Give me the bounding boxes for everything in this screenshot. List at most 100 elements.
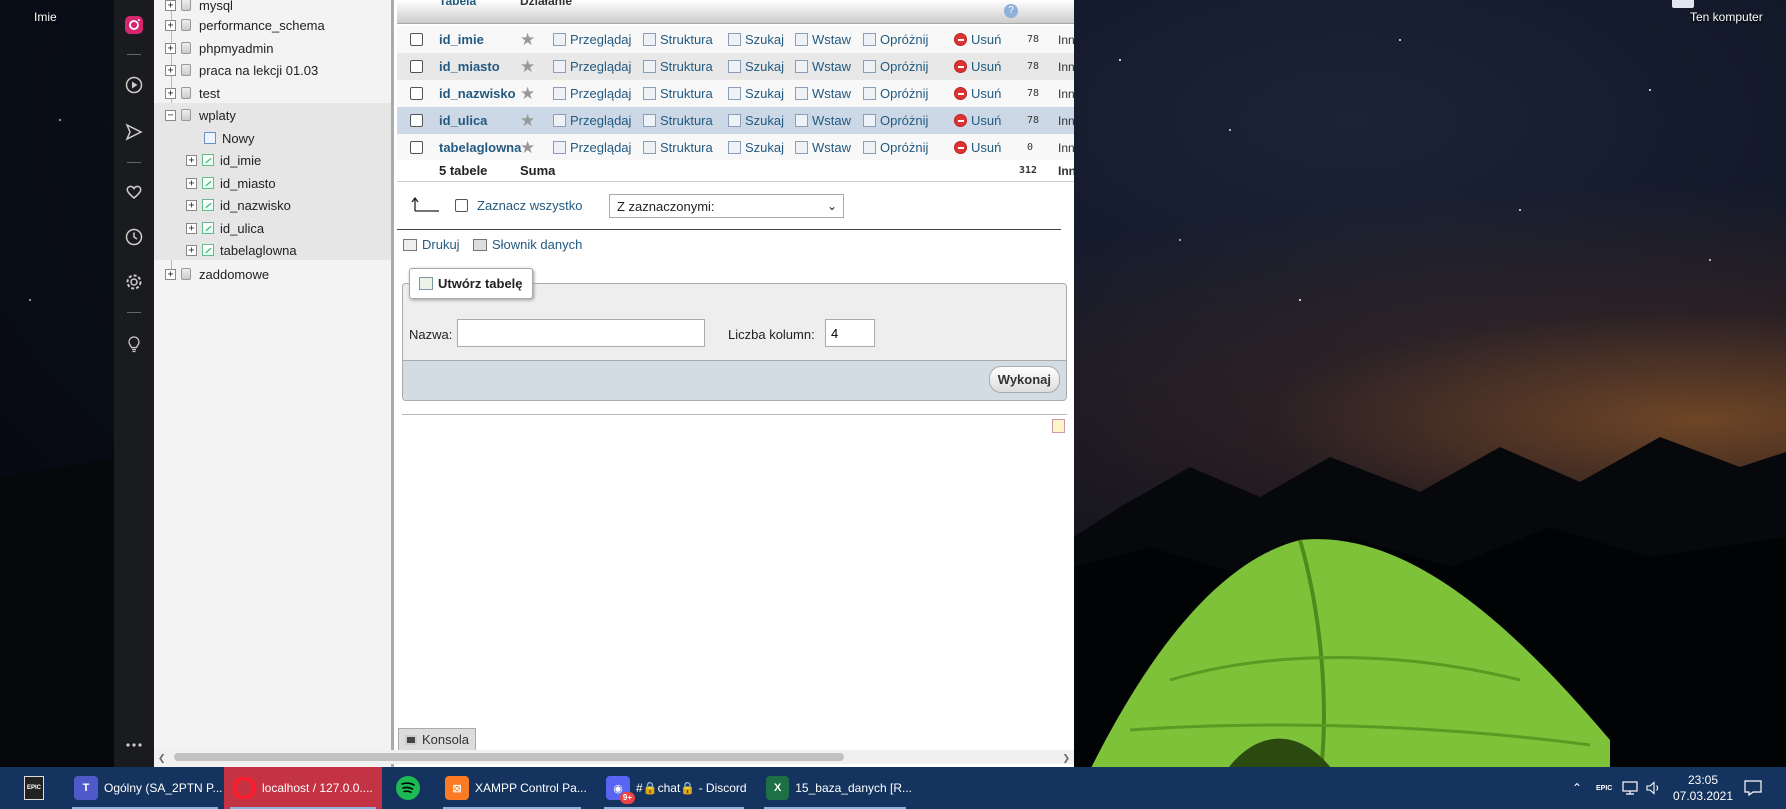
empty-link[interactable]: Opróżnij	[863, 32, 928, 47]
dictionary-label[interactable]: Słownik danych	[492, 237, 582, 252]
row-checkbox[interactable]	[410, 141, 423, 154]
tree-table-id-nazwisko[interactable]: + id_nazwisko	[186, 195, 291, 215]
taskbar-spotify[interactable]	[388, 767, 428, 809]
tree-db-label[interactable]: performance_schema	[199, 18, 325, 33]
action-label[interactable]: Szukaj	[745, 140, 784, 155]
browse-link[interactable]: Przeglądaj	[553, 113, 631, 128]
scrollbar-thumb[interactable]	[174, 753, 844, 761]
volume-icon[interactable]	[1646, 767, 1662, 809]
select-all-label[interactable]: Zaznacz wszystko	[477, 198, 582, 213]
expand-icon[interactable]: +	[165, 0, 176, 11]
computer-icon[interactable]	[1672, 0, 1694, 8]
drop-link[interactable]: Usuń	[954, 140, 1001, 155]
drop-link[interactable]: Usuń	[954, 32, 1001, 47]
action-label[interactable]: Przeglądaj	[570, 32, 631, 47]
row-checkbox[interactable]	[410, 60, 423, 73]
action-label[interactable]: Przeglądaj	[570, 86, 631, 101]
tree-new-label[interactable]: Nowy	[222, 131, 255, 146]
tree-db-praca[interactable]: + praca na lekcji 01.03	[165, 60, 318, 80]
help-icon[interactable]: ?	[1004, 4, 1018, 18]
action-label[interactable]: Usuń	[971, 140, 1001, 155]
action-label[interactable]: Wstaw	[812, 86, 851, 101]
tree-db-mysql[interactable]: + mysql	[165, 0, 233, 15]
expand-icon[interactable]: +	[165, 64, 176, 76]
tree-db-label[interactable]: test	[199, 86, 220, 101]
desktop-icon-label-computer[interactable]: Ten komputer	[1690, 10, 1763, 24]
empty-link[interactable]: Opróżnij	[863, 113, 928, 128]
action-label[interactable]: Usuń	[971, 59, 1001, 74]
tree-table-label[interactable]: id_miasto	[220, 176, 276, 191]
table-name-link[interactable]: id_ulica	[439, 113, 487, 128]
tree-table-label[interactable]: id_imie	[220, 153, 261, 168]
action-label[interactable]: Szukaj	[745, 59, 784, 74]
print-label[interactable]: Drukuj	[422, 237, 460, 252]
horizontal-scrollbar[interactable]: ❮ ❯	[154, 750, 1074, 764]
tree-db-label[interactable]: mysql	[199, 0, 233, 13]
action-label[interactable]: Usuń	[971, 86, 1001, 101]
action-label[interactable]: Struktura	[660, 59, 713, 74]
tree-table-id-imie[interactable]: + id_imie	[186, 150, 261, 170]
tree-db-performance-schema[interactable]: + performance_schema	[165, 15, 325, 35]
action-label[interactable]: Opróżnij	[880, 32, 928, 47]
expand-icon[interactable]: +	[186, 222, 197, 234]
tree-db-label[interactable]: zaddomowe	[199, 267, 269, 282]
taskbar-opera[interactable]: localhost / 127.0.0....	[224, 767, 382, 809]
tree-table-label[interactable]: id_nazwisko	[220, 198, 291, 213]
action-label[interactable]: Wstaw	[812, 113, 851, 128]
taskbar-xampp[interactable]: ⊠ XAMPP Control Pa...	[437, 767, 587, 809]
table-name-input[interactable]	[457, 319, 705, 347]
drop-link[interactable]: Usuń	[954, 86, 1001, 101]
data-dictionary-link[interactable]: Słownik danych	[473, 237, 582, 252]
action-label[interactable]: Opróżnij	[880, 140, 928, 155]
table-structure-icon[interactable]	[202, 222, 214, 234]
table-structure-icon[interactable]	[202, 177, 214, 189]
table-structure-icon[interactable]	[202, 199, 214, 211]
tree-table-label[interactable]: id_ulica	[220, 221, 264, 236]
insert-link[interactable]: Wstaw	[795, 86, 851, 101]
action-label[interactable]: Szukaj	[745, 86, 784, 101]
row-checkbox[interactable]	[410, 87, 423, 100]
action-label[interactable]: Przeglądaj	[570, 113, 631, 128]
send-icon[interactable]	[122, 120, 146, 144]
console-label[interactable]: Konsola	[422, 732, 469, 747]
desktop-icon-label-imie[interactable]: Imie	[34, 10, 57, 24]
insert-link[interactable]: Wstaw	[795, 59, 851, 74]
action-label[interactable]: Struktura	[660, 140, 713, 155]
structure-link[interactable]: Struktura	[643, 113, 713, 128]
row-checkbox[interactable]	[410, 33, 423, 46]
instagram-icon[interactable]	[122, 13, 146, 37]
drop-link[interactable]: Usuń	[954, 59, 1001, 74]
taskbar-excel[interactable]: X 15_baza_danych [R...	[758, 767, 912, 809]
tray-epic-icon[interactable]: EPIC	[1596, 767, 1612, 809]
table-name-link[interactable]: id_nazwisko	[439, 86, 516, 101]
settings-icon[interactable]	[122, 270, 146, 294]
tree-db-wplaty[interactable]: − wplaty	[165, 105, 236, 125]
expand-icon[interactable]: +	[186, 199, 197, 211]
tree-db-label[interactable]: phpmyadmin	[199, 41, 273, 56]
action-label[interactable]: Wstaw	[812, 59, 851, 74]
search-link[interactable]: Szukaj	[728, 59, 784, 74]
browse-link[interactable]: Przeglądaj	[553, 140, 631, 155]
history-icon[interactable]	[122, 225, 146, 249]
notifications-icon[interactable]	[1744, 767, 1762, 809]
structure-link[interactable]: Struktura	[643, 86, 713, 101]
network-icon[interactable]	[1622, 767, 1638, 809]
tree-db-label[interactable]: praca na lekcji 01.03	[199, 63, 318, 78]
structure-link[interactable]: Struktura	[643, 32, 713, 47]
tree-table-tabelaglowna[interactable]: + tabelaglowna	[186, 240, 297, 260]
tree-new-table[interactable]: Nowy	[204, 128, 255, 148]
scroll-right-icon[interactable]: ❯	[1062, 753, 1070, 764]
expand-icon[interactable]: +	[165, 42, 176, 54]
tree-db-label[interactable]: wplaty	[199, 108, 236, 123]
with-selected-dropdown[interactable]: Z zaznaczonymi: ⌄	[609, 194, 844, 218]
empty-link[interactable]: Opróżnij	[863, 59, 928, 74]
table-structure-icon[interactable]	[202, 244, 214, 256]
more-icon[interactable]	[122, 733, 146, 757]
star-icon[interactable]: ★	[520, 58, 535, 75]
tree-db-test[interactable]: + test	[165, 83, 220, 103]
tray-overflow-icon[interactable]: ⌃	[1572, 767, 1582, 809]
tree-db-zaddomowe[interactable]: + zaddomowe	[165, 264, 269, 284]
table-name-link[interactable]: tabelaglowna	[439, 140, 521, 155]
print-link[interactable]: Drukuj	[403, 237, 460, 252]
taskbar-teams[interactable]: T Ogólny (SA_2PTN P...	[66, 767, 224, 809]
